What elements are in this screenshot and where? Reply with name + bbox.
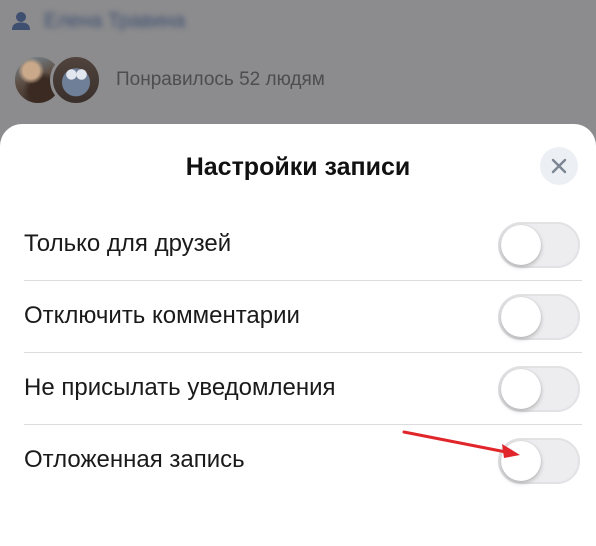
post-author-name[interactable]: Елена Травина xyxy=(44,10,185,33)
toggle-knob xyxy=(501,225,541,265)
setting-label: Отложенная запись xyxy=(24,446,245,473)
liker-avatar xyxy=(50,54,102,106)
likes-count-text: Понравилось 52 людям xyxy=(116,69,325,90)
toggle-knob xyxy=(501,369,541,409)
setting-row-friends-only[interactable]: Только для друзей xyxy=(0,208,596,280)
red-arrow-annotation xyxy=(402,430,520,458)
post-settings-sheet: Настройки записи Только для друзей Отклю… xyxy=(0,124,596,546)
sheet-title: Настройки записи xyxy=(185,152,411,181)
setting-label: Не присылать уведомления xyxy=(24,374,336,401)
setting-label: Отключить комментарии xyxy=(24,302,300,329)
disable-comments-toggle[interactable] xyxy=(498,294,580,340)
likes-row[interactable]: Понравилось 52 людям xyxy=(12,54,325,106)
close-icon xyxy=(551,158,567,174)
setting-row-no-notifications[interactable]: Не присылать уведомления xyxy=(0,352,596,424)
friends-only-toggle[interactable] xyxy=(498,222,580,268)
toggle-knob xyxy=(501,297,541,337)
close-button[interactable] xyxy=(540,147,578,185)
post-author-row: Елена Травина xyxy=(10,4,185,38)
setting-row-disable-comments[interactable]: Отключить комментарии xyxy=(0,280,596,352)
no-notifications-toggle[interactable] xyxy=(498,366,580,412)
person-icon xyxy=(12,12,30,30)
sheet-header: Настройки записи xyxy=(0,124,596,208)
setting-label: Только для друзей xyxy=(24,230,232,257)
